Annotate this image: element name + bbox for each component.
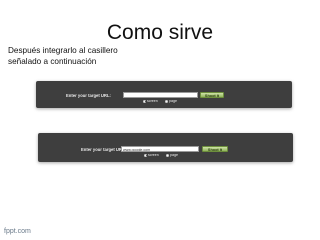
- radio-page[interactable]: [166, 153, 169, 157]
- radio-screen-label: screen: [148, 153, 159, 157]
- footer-brand: fppt.com: [4, 228, 31, 235]
- url-label: Enter your target URL:: [81, 147, 126, 152]
- url-label: Enter your target URL:: [66, 93, 111, 98]
- slide: Como sirve Después integrarlo al casille…: [0, 0, 320, 240]
- body-line-2: señalado a continuación: [8, 57, 97, 66]
- radio-screen-label: screen: [147, 99, 158, 103]
- screenshot-form-panel-filled: Enter your target URL: www.google.com Sh…: [38, 133, 293, 162]
- radio-page-label: page: [169, 99, 177, 103]
- shoot-it-button[interactable]: Shoot It: [200, 92, 224, 98]
- slide-title: Como sirve: [106, 21, 214, 44]
- radio-page-label: page: [170, 153, 178, 157]
- shoot-it-button[interactable]: Shoot It: [202, 146, 228, 152]
- radio-screen[interactable]: [144, 153, 147, 157]
- slide-body-text: Después integrarlo al casillero señalado…: [8, 45, 208, 67]
- screenshot-form-panel: Enter your target URL: Shoot It screen p…: [36, 81, 292, 108]
- radio-page[interactable]: [165, 99, 168, 103]
- url-input[interactable]: www.google.com: [121, 146, 199, 152]
- radio-screen[interactable]: [143, 99, 146, 103]
- body-line-1: Después integrarlo al casillero: [8, 46, 118, 55]
- url-input[interactable]: [123, 92, 198, 98]
